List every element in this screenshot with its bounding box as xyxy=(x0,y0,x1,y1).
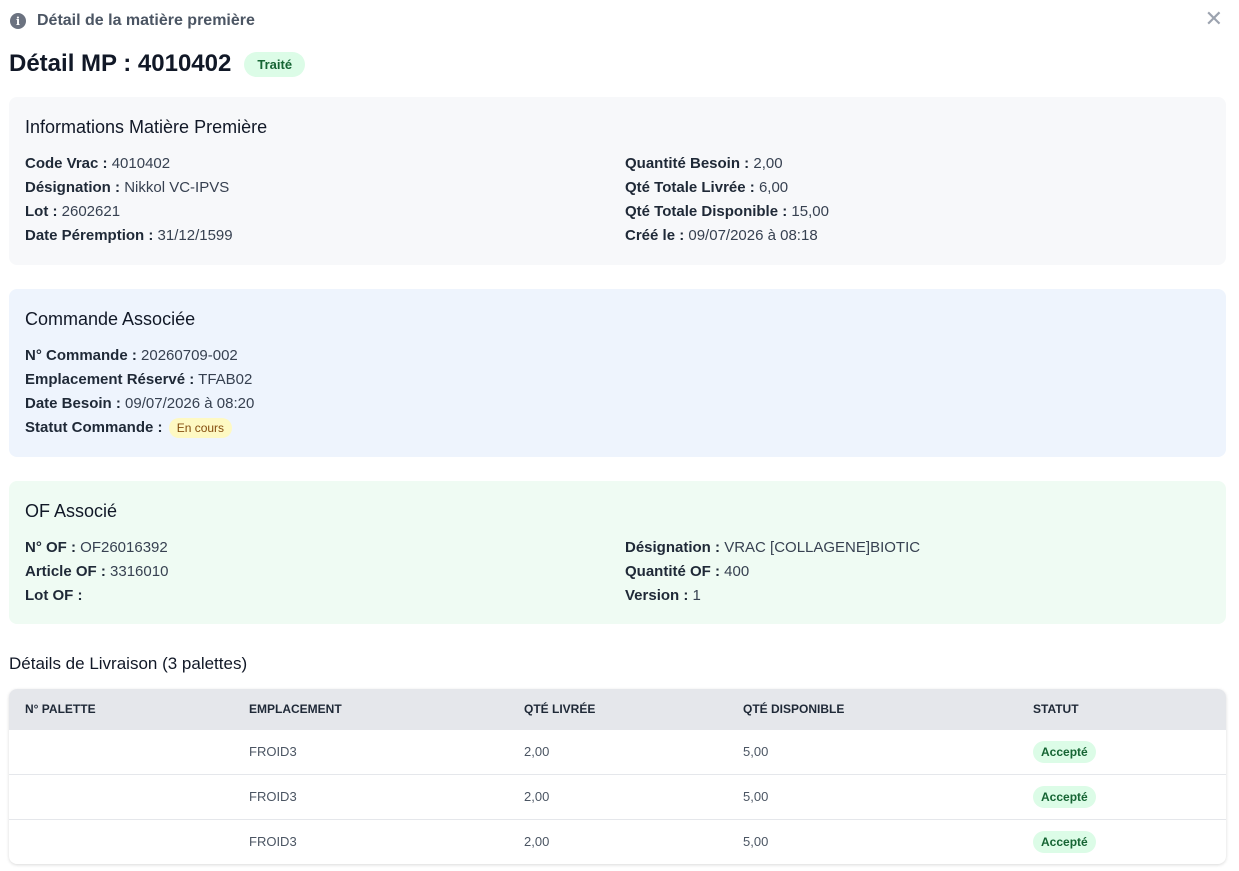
status-badge: Accepté xyxy=(1033,741,1096,763)
of-article: Article OF : 3316010 xyxy=(25,563,169,580)
of-card: OF Associé N° OF : OF26016392 Désignatio… xyxy=(9,481,1226,624)
cell-available: 5,00 xyxy=(727,818,1017,864)
table-row[interactable]: FROID3 2,00 5,00 Accepté xyxy=(9,728,1226,774)
table-row[interactable]: FROID3 2,00 5,00 Accepté xyxy=(9,773,1226,819)
order-number: N° Commande : 20260709-002 xyxy=(25,347,238,364)
of-card-title: OF Associé xyxy=(25,501,118,521)
cell-location: FROID3 xyxy=(233,773,508,819)
cell-location: FROID3 xyxy=(233,818,508,864)
of-number: N° OF : OF26016392 xyxy=(25,539,168,556)
status-badge: Accepté xyxy=(1033,831,1096,854)
of-designation: Désignation : VRAC [COLLAGENE]BIOTIC xyxy=(625,539,921,556)
raw-material-info-card: Informations Matière Première Code Vrac … xyxy=(9,97,1226,265)
modal-title: Détail de la matière première xyxy=(37,12,255,29)
info-cree-le: Créé le : 09/07/2026 à 08:18 xyxy=(625,227,818,244)
page-title: Détail MP : 4010402 xyxy=(9,50,232,77)
info-lot: Lot : 2602621 xyxy=(25,203,121,220)
modal-header: i Détail de la matière première ✕ xyxy=(10,8,1229,32)
order-status-badge: En cours xyxy=(168,418,233,438)
info-designation: Désignation : Nikkol VC-IPVS xyxy=(25,179,230,196)
close-icon[interactable]: ✕ xyxy=(1205,8,1223,30)
cell-status: Accepté xyxy=(1017,773,1226,819)
info-icon: i xyxy=(10,13,26,29)
info-qte-disponible: Qté Totale Disponible : 15,00 xyxy=(625,203,829,220)
of-lot: Lot OF : xyxy=(25,587,83,604)
info-code-vrac: Code Vrac : 4010402 xyxy=(25,155,171,172)
cell-delivered: 2,00 xyxy=(508,728,727,774)
cell-palette xyxy=(9,773,233,819)
cell-palette xyxy=(9,728,233,774)
cell-status: Accepté xyxy=(1017,728,1226,774)
cell-available: 5,00 xyxy=(727,728,1017,774)
column-header-status: STATUT xyxy=(1033,701,1079,716)
column-header-delivered: QTÉ LIVRÉE xyxy=(524,701,596,716)
column-header-available: QTÉ DISPONIBLE xyxy=(743,701,845,716)
cell-available: 5,00 xyxy=(727,773,1017,819)
delivery-section-title: Détails de Livraison (3 palettes) xyxy=(9,654,248,673)
table-row[interactable]: FROID3 2,00 5,00 Accepté xyxy=(9,818,1226,864)
cell-status: Accepté xyxy=(1017,818,1226,864)
delivery-table: N° PALETTE EMPLACEMENT QTÉ LIVRÉE QTÉ DI… xyxy=(9,689,1226,864)
info-qte-livree: Qté Totale Livrée : 6,00 xyxy=(625,179,789,196)
cell-location: FROID3 xyxy=(233,728,508,774)
status-badge: Accepté xyxy=(1033,786,1096,808)
order-card: Commande Associée N° Commande : 20260709… xyxy=(9,289,1226,457)
order-location: Emplacement Réservé : TFAB02 xyxy=(25,371,253,388)
cell-palette xyxy=(9,818,233,864)
order-date: Date Besoin : 09/07/2026 à 08:20 xyxy=(25,395,255,412)
order-card-title: Commande Associée xyxy=(25,309,196,329)
of-version: Version : 1 xyxy=(625,587,701,604)
title-row: Détail MP : 4010402 Traité xyxy=(9,50,306,78)
column-header-location: EMPLACEMENT xyxy=(249,701,342,716)
info-quantite-besoin: Quantité Besoin : 2,00 xyxy=(625,155,783,172)
table-header-row: N° PALETTE EMPLACEMENT QTÉ LIVRÉE QTÉ DI… xyxy=(9,689,1226,729)
cell-delivered: 2,00 xyxy=(508,818,727,864)
order-status: Statut Commande : En cours xyxy=(25,418,1210,438)
raw-material-info-title: Informations Matière Première xyxy=(25,117,268,137)
of-quantity: Quantité OF : 400 xyxy=(625,563,750,580)
info-date-peremption: Date Péremption : 31/12/1599 xyxy=(25,227,233,244)
cell-delivered: 2,00 xyxy=(508,773,727,819)
status-badge: Traité xyxy=(244,51,306,77)
column-header-palette: N° PALETTE xyxy=(25,701,96,716)
